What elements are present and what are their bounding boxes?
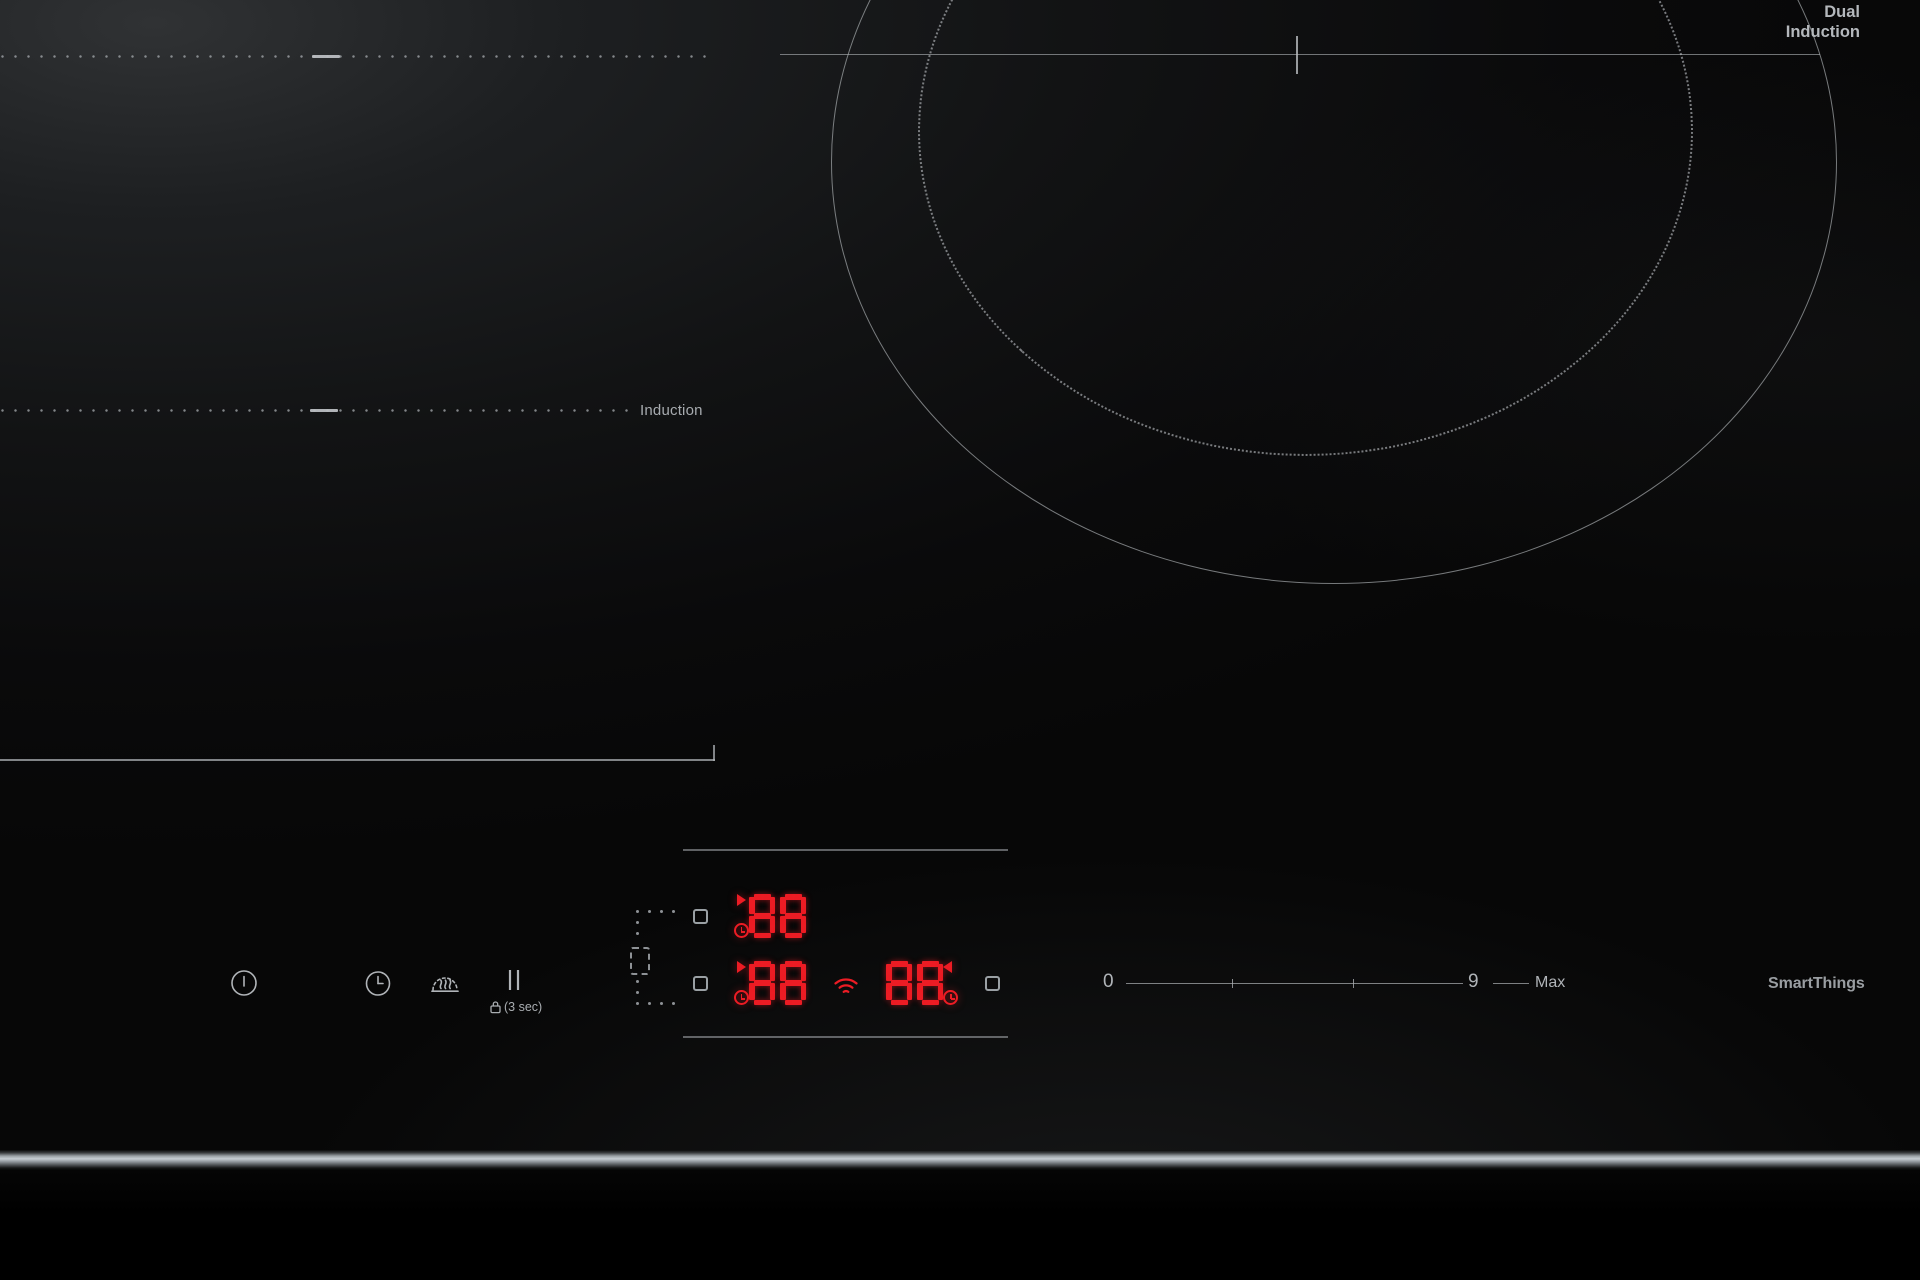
timer-indicator-icon <box>943 990 958 1005</box>
smartthings-branding: SmartThings <box>1768 975 1865 992</box>
slider-tick <box>1353 979 1355 988</box>
child-lock-sublabel: (3 sec) <box>489 1000 542 1014</box>
lock-icon <box>490 1001 501 1014</box>
display-right-indicators <box>943 961 959 1005</box>
display-front-left-digits <box>749 961 806 1005</box>
zone-bottom-edge-horizontal <box>0 759 715 761</box>
control-panel-top-rule <box>683 849 1008 851</box>
dual-induction-zone-center-tick <box>1296 36 1298 74</box>
slider-max-label: 9 <box>1468 971 1479 992</box>
timer-indicator-icon <box>733 923 749 938</box>
zone-select-square-bottom[interactable] <box>693 976 708 991</box>
zone-bottom-edge-riser <box>713 745 715 761</box>
display-right <box>886 961 959 1005</box>
seven-segment-digit <box>780 961 806 1005</box>
induction-zone-label: Induction <box>640 402 703 419</box>
flex-zone-rear-boundary <box>0 55 716 58</box>
timer-button[interactable] <box>356 961 400 1005</box>
dual-induction-zone-label: Dual Induction <box>1785 3 1860 41</box>
display-right-digits <box>886 961 943 1005</box>
slider-boost-track[interactable] <box>1493 983 1529 985</box>
slider-track[interactable] <box>1126 983 1463 985</box>
keep-warm-icon <box>431 977 459 993</box>
display-rear-left-digits <box>749 894 806 938</box>
display-front-left <box>733 961 806 1005</box>
keep-warm-button[interactable] <box>423 961 467 1005</box>
flex-zone-marker-bottom <box>636 980 675 1016</box>
clock-icon <box>365 971 391 996</box>
child-lock-text: (3 sec) <box>504 1000 543 1014</box>
flex-zone-front-center-mark <box>310 409 338 412</box>
display-front-left-indicators <box>733 961 749 1005</box>
flex-zone-link-box[interactable] <box>630 947 650 975</box>
flex-zone-rear-center-mark <box>312 55 340 58</box>
zone-select-square-top[interactable] <box>693 909 708 924</box>
seven-segment-digit <box>886 961 912 1005</box>
seven-segment-digit <box>749 961 775 1005</box>
cooktop-front-face <box>0 1170 1920 1280</box>
display-rear-left <box>733 894 806 938</box>
pause-button[interactable] <box>492 958 536 1002</box>
wifi-icon <box>833 977 859 997</box>
timer-indicator-icon <box>733 990 749 1005</box>
cooktop-metal-trim <box>0 1150 1920 1170</box>
dual-induction-zone-crossline <box>780 54 1820 56</box>
arrow-left-icon <box>943 961 952 973</box>
power-icon <box>231 970 257 996</box>
slider-boost-label: Max <box>1535 974 1566 991</box>
arrow-right-icon <box>736 894 746 906</box>
power-button[interactable] <box>222 961 266 1005</box>
slider-tick <box>1232 979 1234 988</box>
cooktop-screenshot: Induction Dual Induction (3 sec) 0 9 Max… <box>0 0 1920 1280</box>
flex-zone-marker-top <box>636 910 675 946</box>
slider-min-label: 0 <box>1103 971 1114 992</box>
pause-icon <box>508 970 520 990</box>
arrow-right-icon <box>736 961 746 973</box>
control-panel-bottom-rule <box>683 1036 1008 1038</box>
seven-segment-digit <box>749 894 775 938</box>
zone-marker-right[interactable] <box>985 976 1000 991</box>
seven-segment-digit <box>780 894 806 938</box>
display-rear-left-indicators <box>733 894 749 938</box>
seven-segment-digit <box>917 961 943 1005</box>
